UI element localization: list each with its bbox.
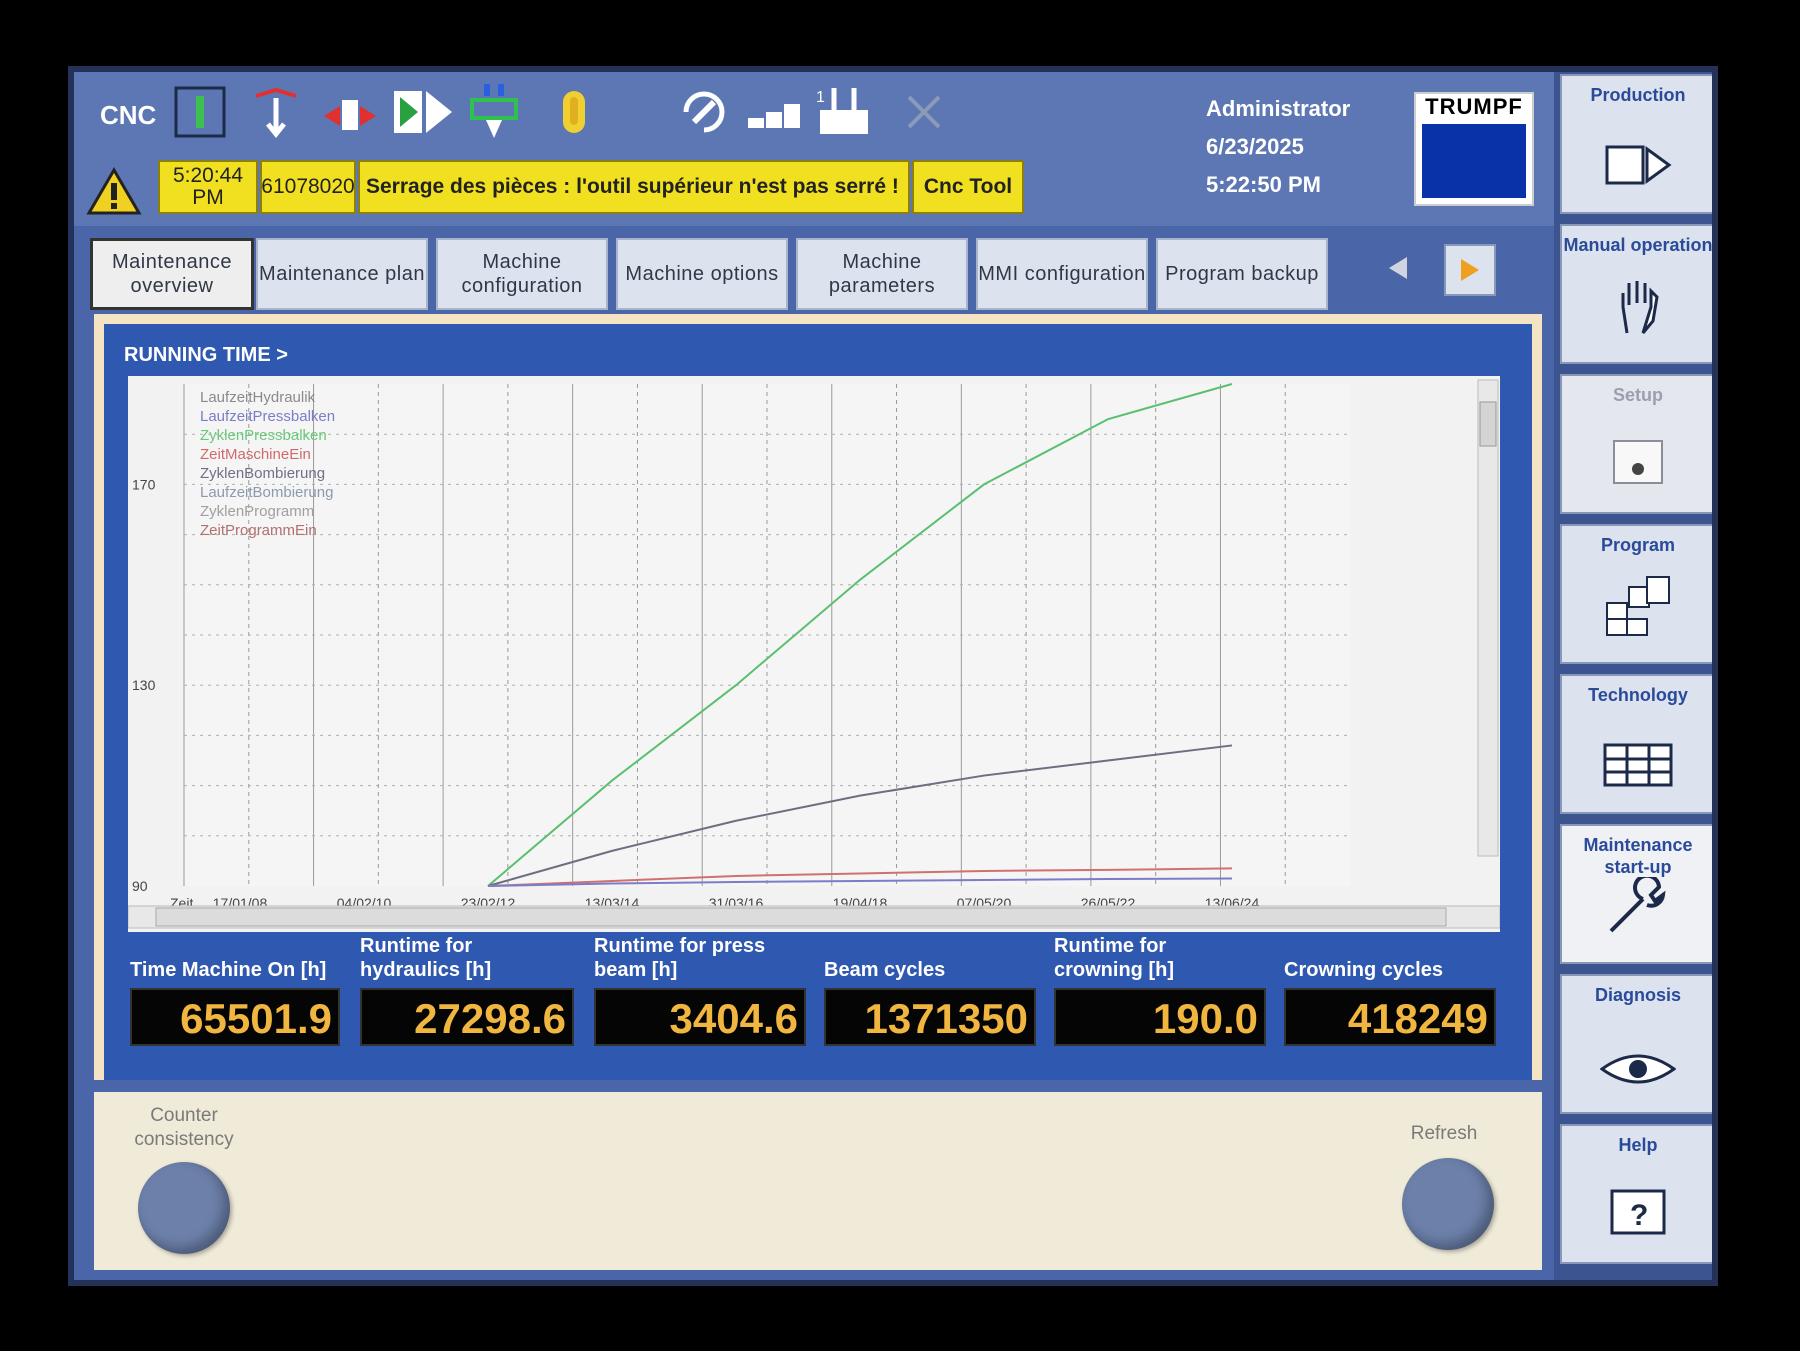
running-time-title[interactable]: RUNNING TIME >: [124, 344, 288, 367]
nav-manual-operation[interactable]: Manual operation: [1560, 224, 1712, 364]
tab-bar: Maintenance overview Maintenance plan Ma…: [84, 232, 1554, 312]
legend-entry: ZeitProgrammEin: [200, 522, 317, 539]
error-code: 61078020: [260, 160, 356, 214]
metric-value-runtime-press-beam: 3404.6: [594, 988, 806, 1046]
wrench-icon: [1562, 873, 1712, 948]
tab-scroll-left-icon[interactable]: [1374, 244, 1422, 292]
cancel-icon[interactable]: [894, 82, 954, 142]
nav-setup[interactable]: Setup: [1560, 374, 1712, 514]
brand-name: TRUMPF: [1425, 94, 1523, 119]
message-timestamp: 5:20:44 PM: [158, 160, 258, 214]
maintenance-overview-panel: RUNNING TIME > 90 130 170 Zeit 17/01/08 04/02…: [94, 314, 1542, 1080]
svg-text:1: 1: [816, 89, 825, 106]
user-name: Administrator: [1206, 96, 1351, 121]
light-icon[interactable]: [544, 82, 604, 142]
nav-production[interactable]: Production: [1560, 74, 1712, 214]
refresh-button[interactable]: [1402, 1158, 1494, 1250]
metric-label-runtime-hydraulics: Runtime for hydraulics [h]: [360, 935, 492, 981]
tab-maintenance-overview[interactable]: Maintenance overview: [90, 238, 254, 310]
metric-value-runtime-hydraulics: 27298.6: [360, 988, 574, 1046]
vertical-scrollbar: [1477, 379, 1499, 857]
tool-clamp-icon[interactable]: [464, 82, 524, 142]
metric-value-runtime-crowning: 190.0: [1054, 988, 1266, 1046]
refresh-label: Refresh: [1410, 1123, 1478, 1144]
tab-scroll-right-icon[interactable]: [1444, 244, 1496, 296]
chart-svg: 90130170Zeit 17/01/08 04/02/10 23/02/12 13/0…: [127, 379, 1501, 929]
legend-entry: ZyklenPressbalken: [200, 427, 327, 444]
cnc-label: CNC: [100, 100, 157, 130]
tab-machine-options[interactable]: Machine options: [616, 238, 788, 310]
y-tick-label: 130: [132, 677, 156, 693]
tab-maintenance-plan[interactable]: Maintenance plan: [256, 238, 428, 310]
steps-icon[interactable]: [744, 82, 804, 142]
technology-table-icon: [1562, 743, 1712, 798]
message-source: Cnc Tool: [912, 160, 1024, 214]
hmi-screen: CNC 1 5:20:44 PM 61078020 Serrage des pi…: [68, 66, 1718, 1286]
nav-program[interactable]: Program: [1560, 524, 1712, 664]
bend-station-icon[interactable]: 1: [814, 82, 874, 142]
help-icon: ?: [1562, 1187, 1712, 1248]
trumpf-logo: TRUMPF: [1414, 92, 1534, 206]
metric-value-time-machine-on: 65501.9: [130, 988, 340, 1046]
current-date: 6/23/2025: [1206, 134, 1304, 159]
tab-mmi-configuration[interactable]: MMI configuration: [976, 238, 1148, 310]
ram-move-icon[interactable]: [246, 82, 306, 142]
legend-entry: LaufzeitBombierung: [200, 484, 333, 501]
counter-consistency-label: Counter consistency: [134, 1105, 234, 1150]
legend-entry: LaufzeitHydraulik: [200, 389, 316, 406]
production-icon: [1562, 143, 1712, 198]
vertical-scrollbar-thumb: [1479, 401, 1497, 447]
metric-label-crowning-cycles: Crowning cycles: [1284, 959, 1443, 981]
error-message[interactable]: Serrage des pièces : l'outil supérieur n…: [358, 160, 910, 214]
top-bar: CNC 1 5:20:44 PM 61078020 Serrage des pi…: [74, 72, 1554, 226]
main-navigation: Production Manual operation Setup Progra…: [1554, 72, 1712, 1280]
tab-machine-parameters[interactable]: Machine parameters: [796, 238, 968, 310]
legend-entry: ZeitMaschineEin: [200, 446, 311, 463]
legend-entry: ZyklenProgramm: [200, 503, 314, 520]
tab-machine-configuration[interactable]: Machine configuration: [436, 238, 608, 310]
eye-icon: [1562, 1044, 1712, 1098]
metric-label-runtime-press-beam: Runtime for press beam [h]: [594, 935, 766, 981]
backgauge-icon[interactable]: [320, 82, 380, 142]
metric-label-runtime-crowning: Runtime for crowning [h]: [1054, 935, 1174, 981]
stop-icon[interactable]: [170, 82, 230, 142]
svg-text:?: ?: [1630, 1199, 1648, 1232]
hand-icon: [1562, 277, 1712, 348]
nav-diagnosis[interactable]: Diagnosis: [1560, 974, 1712, 1114]
y-tick-label: 170: [132, 476, 156, 492]
legend-entry: LaufzeitPressbalken: [200, 408, 335, 425]
setup-icon: [1562, 437, 1712, 498]
counter-consistency-button[interactable]: [138, 1162, 230, 1254]
play-step-icon[interactable]: [392, 82, 452, 142]
metric-label-time-machine-on: Time Machine On [h]: [130, 959, 327, 981]
metric-value-crowning-cycles: 418249: [1284, 988, 1496, 1046]
nav-maintenance-start-up[interactable]: Maintenance start-up: [1560, 824, 1712, 964]
running-time-chart: 90 130 170 Zeit 17/01/08 04/02/10 23/02/12 13/0…: [127, 376, 1501, 932]
nav-technology[interactable]: Technology: [1560, 674, 1712, 814]
y-tick-label: 90: [132, 878, 148, 894]
metric-value-beam-cycles: 1371350: [824, 988, 1036, 1046]
legend-entry: ZyklenBombierung: [200, 465, 325, 482]
nav-help[interactable]: Help ?: [1560, 1124, 1712, 1264]
warning-icon: [86, 167, 142, 215]
tab-program-backup[interactable]: Program backup: [1156, 238, 1328, 310]
rotate-tool-icon[interactable]: [674, 82, 734, 142]
bottom-action-bar: Counter consistency Refresh: [94, 1092, 1542, 1270]
program-cubes-icon: [1562, 573, 1712, 648]
horizontal-scrollbar-thumb: [155, 907, 1447, 927]
metric-label-beam-cycles: Beam cycles: [824, 959, 946, 981]
current-time: 5:22:50 PM: [1206, 172, 1321, 197]
